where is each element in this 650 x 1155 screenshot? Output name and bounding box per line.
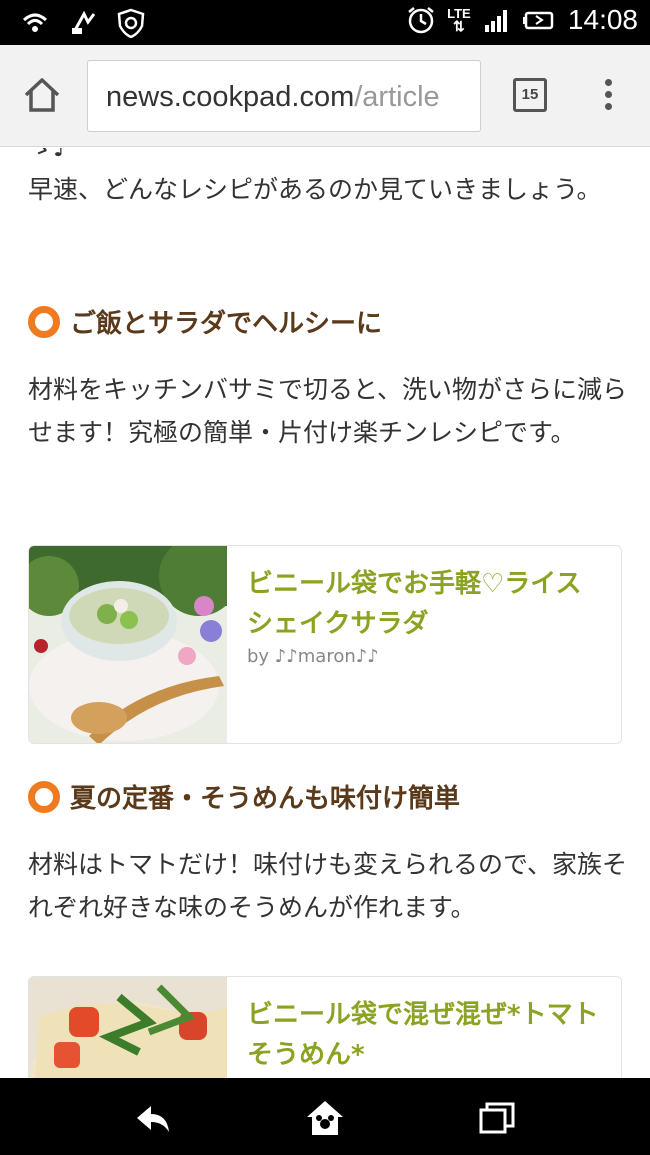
- url-path: /article: [354, 81, 440, 113]
- alarm-icon: [408, 7, 434, 34]
- tab-count: 15: [521, 86, 539, 103]
- heading-text: ご飯とサラダでヘルシーに: [70, 309, 383, 339]
- recent-apps-icon[interactable]: [477, 1098, 517, 1138]
- section-body: 材料をキッチンバサミで切ると、洗い物がさらに減らせます！究極の簡単・片付け楽チン…: [28, 375, 628, 447]
- intro-text: 早速、どんなレシピがあるのか見ていきましょう。: [28, 175, 602, 204]
- home-icon[interactable]: [22, 75, 62, 115]
- shield-icon: [117, 8, 145, 38]
- clock: 14:08: [567, 4, 638, 35]
- section-heading: 夏の定番・そうめんも味付け簡単: [28, 778, 460, 815]
- url-domain: news.cookpad.com: [106, 81, 355, 113]
- overflow-menu-icon[interactable]: [601, 79, 615, 115]
- intro-fragment: ゝ♪: [28, 148, 628, 169]
- article-content: ゝ♪ 早速、どんなレシピがあるのか見ていきましょう。 ご飯とサラダでヘルシーに …: [0, 148, 650, 1078]
- recipe-image: [29, 546, 227, 743]
- lte-icon: LTE ⇅: [447, 6, 471, 34]
- navigation-bar: [0, 1078, 650, 1155]
- url-text: news.cookpad.com/article: [106, 81, 440, 114]
- back-icon[interactable]: [133, 1098, 173, 1138]
- recipe-title[interactable]: ビニール袋で混ぜ混ぜ*トマトそうめん*: [247, 995, 607, 1075]
- heading-text: 夏の定番・そうめんも味付け簡単: [70, 784, 461, 814]
- url-bar[interactable]: news.cookpad.com/article: [87, 60, 481, 132]
- browser-toolbar: news.cookpad.com/article 15: [0, 45, 650, 147]
- status-bar: LTE ⇅ 14:08: [0, 0, 650, 45]
- recipe-author[interactable]: by ♪♪maron♪♪: [247, 646, 379, 667]
- recipe-title[interactable]: ビニール袋でお手軽♡ライスシェイクサラダ: [247, 564, 607, 644]
- recipe-card[interactable]: ビニール袋でお手軽♡ライスシェイクサラダ by ♪♪maron♪♪: [28, 545, 622, 744]
- wifi-calling-icon: [22, 13, 48, 32]
- signal-icon: [484, 10, 507, 32]
- section-body: 材料はトマトだけ！味付けも変えられるので、家族それぞれ好きな味のそうめんが作れま…: [28, 850, 628, 922]
- battery-icon: [522, 11, 554, 30]
- nfc-icon: [72, 10, 96, 34]
- heading-bullet-icon: [28, 780, 60, 813]
- recipe-image: [29, 977, 227, 1078]
- tabs-icon[interactable]: 15: [513, 78, 547, 112]
- recipe-card[interactable]: ビニール袋で混ぜ混ぜ*トマトそうめん*: [28, 976, 622, 1078]
- heading-bullet-icon: [28, 305, 60, 338]
- section-heading: ご飯とサラダでヘルシーに: [28, 303, 382, 340]
- home-icon[interactable]: [305, 1098, 345, 1138]
